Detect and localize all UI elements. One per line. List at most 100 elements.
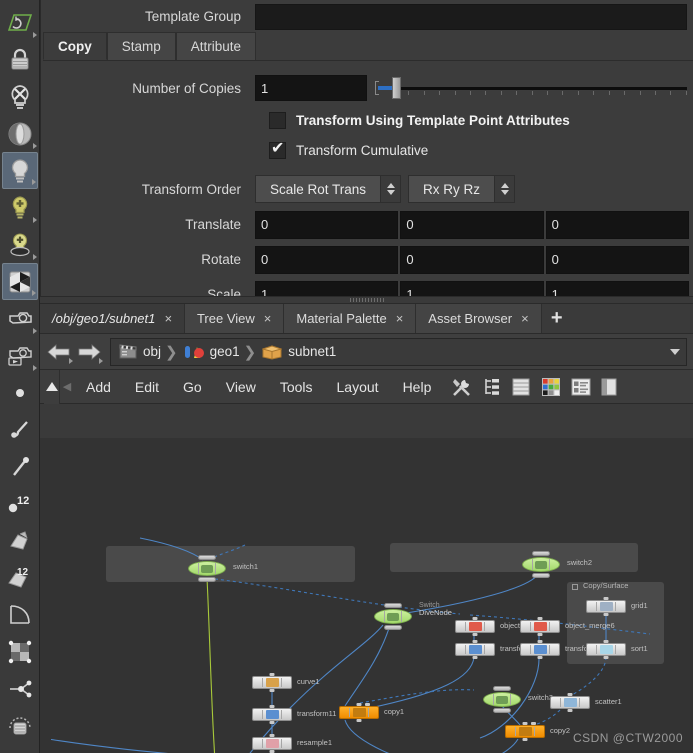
transform-cumulative-checkbox[interactable] (269, 140, 286, 159)
translate-y-input[interactable]: 0 (400, 210, 544, 239)
camera-play-button[interactable] (2, 337, 38, 374)
node-object-merge6[interactable]: object_merge6 (520, 617, 615, 636)
light-off-tool-button[interactable] (2, 78, 38, 115)
panel-splitter[interactable] (40, 296, 693, 304)
menu-view[interactable]: View (214, 370, 268, 404)
pen-icon (12, 456, 29, 476)
menu-add[interactable]: Add (74, 370, 123, 404)
menu-help[interactable]: Help (391, 370, 444, 404)
node-chip-icon (563, 698, 577, 707)
slider-handle[interactable] (392, 77, 401, 99)
nav-back-button[interactable] (44, 337, 74, 367)
breadcrumb-geo1[interactable]: geo1 (176, 339, 246, 365)
menu-go[interactable]: Go (171, 370, 214, 404)
add-tab-button[interactable]: + (542, 304, 572, 333)
transform-using-template-label: Transform Using Template Point Attribute… (296, 112, 570, 128)
network-graph-canvas[interactable]: eem Copy/Surface (40, 438, 693, 753)
node-switch1[interactable]: switch1 (188, 555, 258, 582)
tab-asset-browser[interactable]: Asset Browser × (416, 304, 542, 333)
node-divenode[interactable]: Switch DiveNode (374, 602, 452, 630)
rail-more-button[interactable] (2, 744, 38, 753)
nav-forward-button[interactable] (74, 337, 104, 367)
scale-label: Scale (207, 287, 241, 296)
node-copy2[interactable]: copy2 (505, 722, 570, 741)
tab-attribute[interactable]: Attribute (175, 32, 257, 60)
close-icon[interactable]: × (164, 311, 172, 326)
transform-using-template-checkbox[interactable] (269, 111, 286, 129)
polygon-12-button[interactable]: 12 (2, 559, 38, 596)
path-dropdown-icon[interactable] (670, 348, 680, 355)
node-transform10[interactable]: transform10 (520, 640, 605, 659)
number-of-copies-slider[interactable] (375, 75, 689, 101)
menu-tools[interactable]: Tools (268, 370, 325, 404)
point-tool-button[interactable] (2, 374, 38, 411)
translate-x-input[interactable]: 0 (255, 210, 399, 239)
rotate-z-input[interactable]: 0 (545, 245, 689, 274)
node-output-dot (269, 721, 275, 724)
area-light-button[interactable] (2, 226, 38, 263)
ambient-light-button[interactable] (2, 115, 38, 152)
tab-material-palette[interactable]: Material Palette × (284, 304, 417, 333)
node-object-merge[interactable]: object_me (455, 617, 535, 636)
scale-y-input[interactable]: 1 (400, 280, 544, 296)
menu-edit[interactable]: Edit (123, 370, 171, 404)
close-icon[interactable]: × (396, 311, 404, 326)
lock-tool-button[interactable] (2, 41, 38, 78)
tab-subnet1[interactable]: /obj/geo1/subnet1 × (40, 304, 185, 333)
detail-view-icon[interactable] (571, 377, 591, 397)
tree-list-icon[interactable] (483, 377, 501, 397)
view-tool-button[interactable] (2, 4, 38, 41)
rotate-y-input[interactable]: 0 (400, 245, 544, 274)
rotate-x-input[interactable]: 0 (255, 245, 399, 274)
pen-tool-button[interactable] (2, 448, 38, 485)
paint-tool-button[interactable] (2, 411, 38, 448)
menu-layout[interactable]: Layout (325, 370, 391, 404)
camera-tool-button[interactable] (2, 300, 38, 337)
polygon-tool-button[interactable] (2, 522, 38, 559)
breadcrumb-subnet1[interactable]: subnet1 (254, 339, 342, 365)
close-icon[interactable]: × (264, 311, 272, 326)
breadcrumb-obj[interactable]: obj (111, 339, 167, 365)
node-copy2-label: copy2 (550, 726, 571, 735)
list-view-icon[interactable] (511, 377, 531, 397)
close-icon[interactable]: × (521, 311, 529, 326)
translate-z-input[interactable]: 0 (545, 210, 689, 239)
curve-tool-button[interactable] (2, 596, 38, 633)
numbered-point-button[interactable]: 12 (2, 485, 38, 522)
path-field[interactable]: obj ❯ geo1 ❯ subnet1 (110, 337, 687, 366)
bulb-plus-ground-icon (9, 232, 30, 256)
tab-stamp[interactable]: Stamp (106, 32, 176, 60)
node-scatter1[interactable]: scatter1 (550, 693, 622, 712)
menu-scroll-left-icon[interactable]: ◀ (60, 380, 74, 393)
node-switch2[interactable]: switch2 (522, 551, 592, 578)
transform-order-trs-dropdown[interactable]: Scale Rot Trans (255, 175, 402, 203)
tab-tree-view-label: Tree View (196, 311, 255, 326)
point-light-button[interactable] (1, 152, 38, 189)
node-grid1[interactable]: grid1 (586, 597, 648, 616)
grid-tool-button[interactable] (2, 633, 38, 670)
environment-button[interactable] (1, 263, 38, 300)
node-sort1[interactable]: sort1 (586, 640, 648, 659)
tools-icon[interactable] (451, 376, 473, 398)
tab-copy[interactable]: Copy (43, 32, 107, 60)
graph-vertical-scrollbar[interactable] (40, 438, 51, 753)
node-copy1[interactable]: copy1 (339, 703, 404, 722)
join-tool-button[interactable] (2, 670, 38, 707)
tab-tree-view[interactable]: Tree View × (184, 304, 285, 333)
node-transform9[interactable]: transform9 (455, 640, 536, 659)
scroll-up-button[interactable] (44, 369, 60, 404)
revolve-tool-button[interactable] (2, 707, 38, 744)
svg-text:12: 12 (17, 567, 29, 578)
panel-icon[interactable] (601, 377, 617, 397)
scale-z-input[interactable]: 1 (545, 280, 689, 296)
transform-order-rot-dropdown[interactable]: Rx Ry Rz (408, 175, 516, 203)
number-of-copies-input[interactable]: 1 (255, 75, 367, 101)
node-transform11[interactable]: transform11 (252, 705, 336, 724)
node-resample1[interactable]: resample1 (252, 734, 332, 753)
color-palette-icon[interactable] (541, 377, 561, 397)
node-switch3[interactable]: switch3 (483, 686, 553, 713)
node-curve1[interactable]: curve1 (252, 673, 320, 692)
add-light-button[interactable] (2, 189, 38, 226)
template-group-input[interactable] (255, 3, 687, 30)
scale-x-input[interactable]: 1 (255, 280, 399, 296)
